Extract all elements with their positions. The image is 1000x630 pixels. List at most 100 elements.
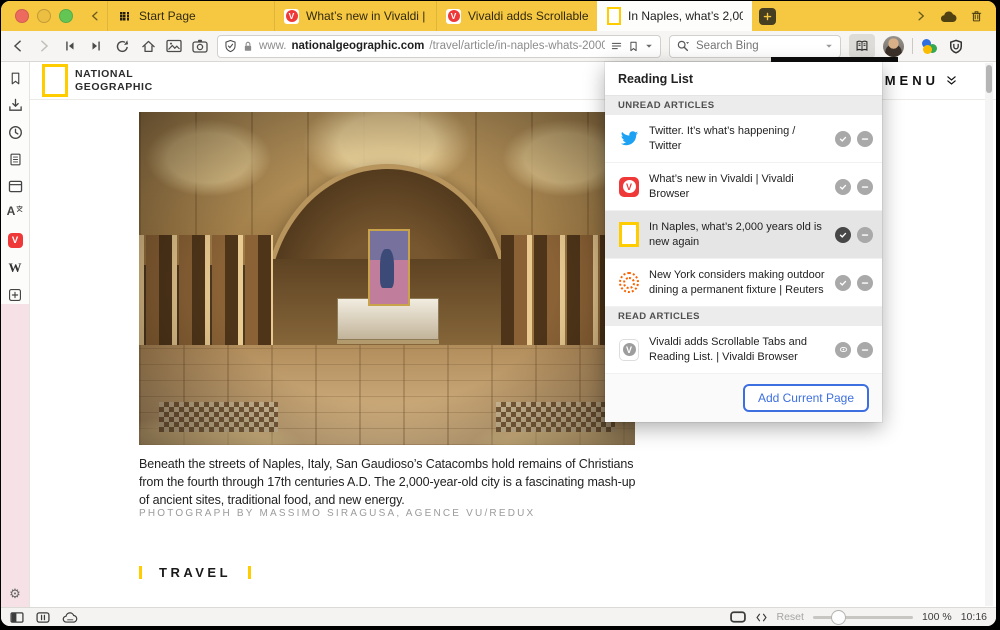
window-controls: [1, 1, 83, 31]
travel-section-heading: TRAVEL: [139, 565, 251, 580]
add-webpanel-icon[interactable]: [7, 286, 24, 303]
mark-read-button[interactable]: [835, 131, 851, 147]
add-current-page-button[interactable]: Add Current Page: [743, 384, 869, 412]
tab-scroll-right-icon[interactable]: [915, 10, 927, 22]
natgeo-logo[interactable]: NATIONALGEOGRAPHIC: [42, 64, 153, 97]
profile-avatar[interactable]: [883, 36, 904, 57]
downloads-panel-icon[interactable]: [7, 97, 24, 114]
screen-capture-icon[interactable]: [730, 611, 746, 623]
natgeo-favicon: [606, 9, 621, 24]
remove-item-button[interactable]: [857, 131, 873, 147]
lock-icon: [242, 40, 254, 53]
url-domain: nationalgeographic.com: [291, 40, 424, 52]
url-field[interactable]: www.nationalgeographic.com/travel/articl…: [217, 35, 661, 58]
vivaldi-webpanel-icon[interactable]: V: [7, 232, 24, 249]
search-engine-icon[interactable]: [676, 39, 690, 53]
remove-item-button[interactable]: [857, 227, 873, 243]
twitter-icon: [619, 129, 639, 149]
new-tab-button[interactable]: [759, 8, 776, 25]
tracker-shield-icon[interactable]: [224, 39, 237, 53]
mark-read-button[interactable]: [835, 179, 851, 195]
page-scrollbar[interactable]: [985, 63, 993, 606]
reading-list-item-twitter[interactable]: Twitter. It’s what’s happening / Twitter: [605, 115, 882, 163]
remove-item-button[interactable]: [857, 179, 873, 195]
back-icon[interactable]: [9, 38, 27, 55]
rewind-icon[interactable]: [61, 38, 79, 55]
natgeo-frame-icon: [42, 64, 68, 97]
natgeo-icon: [619, 225, 639, 245]
reload-icon[interactable]: [113, 38, 131, 55]
sidebar-lower-area: [1, 304, 29, 607]
fast-forward-icon[interactable]: [87, 38, 105, 55]
yellow-bar-icon: [248, 566, 251, 579]
shield-extension-icon[interactable]: [947, 38, 965, 55]
mark-read-button[interactable]: [835, 275, 851, 291]
reading-list-button[interactable]: [849, 34, 875, 58]
remove-item-button[interactable]: [857, 342, 873, 358]
toggle-panel-icon[interactable]: [10, 612, 24, 623]
tab-tiling-icon[interactable]: [36, 612, 50, 623]
forward-icon[interactable]: [35, 38, 53, 55]
tab-start-page[interactable]: Start Page: [107, 1, 274, 31]
menu-label: MENU: [885, 73, 939, 88]
main-area: A V W ⚙ NATIONALGEOGRAPHIC MENU: [1, 62, 996, 607]
tab-label: What’s new in Vivaldi | Viva: [306, 9, 427, 23]
window-panel-icon[interactable]: [7, 178, 24, 195]
zoom-slider-knob[interactable]: [831, 610, 846, 625]
mark-read-button-active[interactable]: [835, 227, 851, 243]
item-title: In Naples, what’s 2,000 years old is new…: [649, 220, 825, 249]
bookmarks-panel-icon[interactable]: [7, 70, 24, 87]
tab-in-naples-active[interactable]: In Naples, what’s 2,000 ye: [597, 1, 752, 31]
zoom-window-button[interactable]: [59, 9, 73, 23]
zoom-percentage: 100 %: [922, 611, 952, 623]
tab-scroll-left-icon[interactable]: [83, 1, 107, 31]
search-field[interactable]: [669, 35, 841, 58]
vivaldi-favicon: V: [284, 9, 299, 24]
synced-tabs-cloud-icon[interactable]: [940, 10, 957, 23]
reading-list-item-naples-current[interactable]: In Naples, what’s 2,000 years old is new…: [605, 211, 882, 259]
url-dropdown-chevron-icon[interactable]: [644, 41, 654, 51]
natgeo-menu-button[interactable]: MENU: [885, 73, 958, 88]
extension-icon[interactable]: [921, 38, 939, 55]
reading-list-item-vivaldi-read[interactable]: V Vivaldi adds Scrollable Tabs and Readi…: [605, 326, 882, 374]
history-panel-icon[interactable]: [7, 124, 24, 141]
wikipedia-webpanel-icon[interactable]: W: [7, 259, 24, 276]
trash-closed-tabs-icon[interactable]: [970, 9, 983, 23]
remove-item-button[interactable]: [857, 275, 873, 291]
search-input[interactable]: [694, 39, 820, 53]
zoom-reset-label[interactable]: Reset: [777, 611, 804, 623]
close-window-button[interactable]: [15, 9, 29, 23]
home-icon[interactable]: [139, 38, 157, 55]
capture-page-icon[interactable]: [191, 38, 209, 55]
minimize-window-button[interactable]: [37, 9, 51, 23]
tab-bar: Start Page V What’s new in Vivaldi | Viv…: [1, 1, 996, 31]
reading-list-panel: Reading List UNREAD ARTICLES Twitter. It…: [605, 62, 882, 422]
bookmark-page-icon[interactable]: [628, 40, 639, 53]
images-toggle-icon[interactable]: [165, 38, 183, 55]
reading-list-title: Reading List: [605, 62, 882, 96]
translate-panel-icon[interactable]: A: [7, 205, 24, 222]
clock: 10:16: [961, 611, 987, 623]
panel-sidebar: A V W ⚙: [1, 62, 30, 607]
settings-gear-icon[interactable]: ⚙: [1, 587, 29, 602]
status-bar: Reset 100 % 10:16: [1, 607, 996, 626]
notes-panel-icon[interactable]: [7, 151, 24, 168]
zoom-slider[interactable]: [813, 616, 913, 619]
reuters-icon: [619, 273, 639, 293]
yellow-bar-icon: [139, 566, 142, 579]
mark-unread-eye-button[interactable]: [835, 342, 851, 358]
reading-list-item-vivaldi-new[interactable]: V What’s new in Vivaldi | Vivaldi Browse…: [605, 163, 882, 211]
reading-list-anchor-bar: [771, 57, 898, 62]
toolbar-separator: [912, 38, 913, 54]
sync-cloud-icon[interactable]: [62, 612, 78, 623]
reader-view-icon[interactable]: [610, 40, 623, 52]
tab-vivaldi-scrollable[interactable]: V Vivaldi adds Scrollable Tab: [436, 1, 597, 31]
scrollbar-thumb[interactable]: [986, 65, 992, 93]
page-actions-code-icon[interactable]: [755, 612, 768, 623]
url-www: www.: [259, 40, 286, 52]
reading-list-item-reuters[interactable]: New York considers making outdoor dining…: [605, 259, 882, 307]
search-dropdown-chevron-icon[interactable]: [824, 41, 834, 51]
reading-list-footer: Add Current Page: [605, 374, 882, 422]
tab-whats-new-vivaldi[interactable]: V What’s new in Vivaldi | Viva: [274, 1, 436, 31]
photo-credit: PHOTOGRAPH BY MASSIMO SIRAGUSA, AGENCE V…: [139, 508, 535, 519]
